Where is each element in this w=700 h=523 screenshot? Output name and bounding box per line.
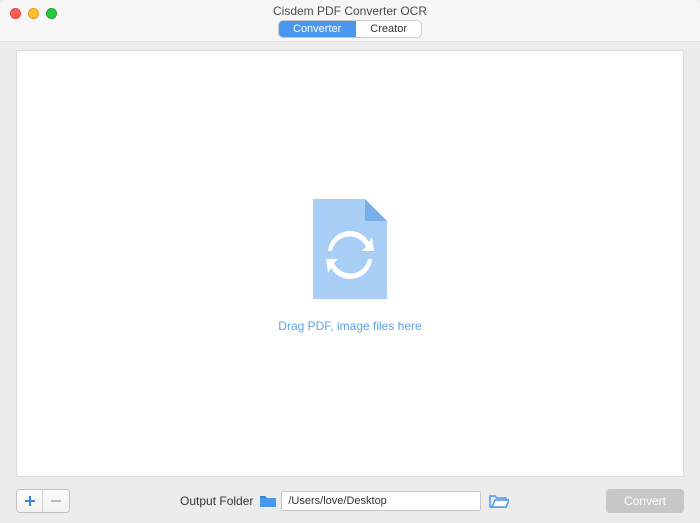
convert-button[interactable]: Convert	[606, 489, 684, 513]
close-button[interactable]	[10, 8, 21, 19]
drop-zone[interactable]: Drag PDF, image files here	[16, 50, 684, 477]
drop-hint: Drag PDF, image files here	[278, 319, 421, 333]
footer-bar: Output Folder Convert	[0, 479, 700, 523]
window-controls	[10, 8, 57, 19]
browse-folder-button[interactable]	[489, 493, 509, 509]
document-refresh-icon	[305, 195, 395, 305]
output-folder-label: Output Folder	[180, 494, 253, 508]
remove-file-button[interactable]	[43, 490, 69, 512]
output-path-field[interactable]	[281, 491, 481, 511]
tab-converter[interactable]: Converter	[279, 21, 356, 37]
maximize-button[interactable]	[46, 8, 57, 19]
titlebar: Cisdem PDF Converter OCR Converter Creat…	[0, 0, 700, 42]
tab-creator[interactable]: Creator	[356, 21, 421, 37]
window-title: Cisdem PDF Converter OCR	[0, 0, 700, 18]
mode-tabs: Converter Creator	[0, 21, 700, 37]
folder-icon	[259, 493, 277, 509]
add-file-button[interactable]	[17, 490, 43, 512]
add-remove-group	[16, 489, 70, 513]
minimize-button[interactable]	[28, 8, 39, 19]
